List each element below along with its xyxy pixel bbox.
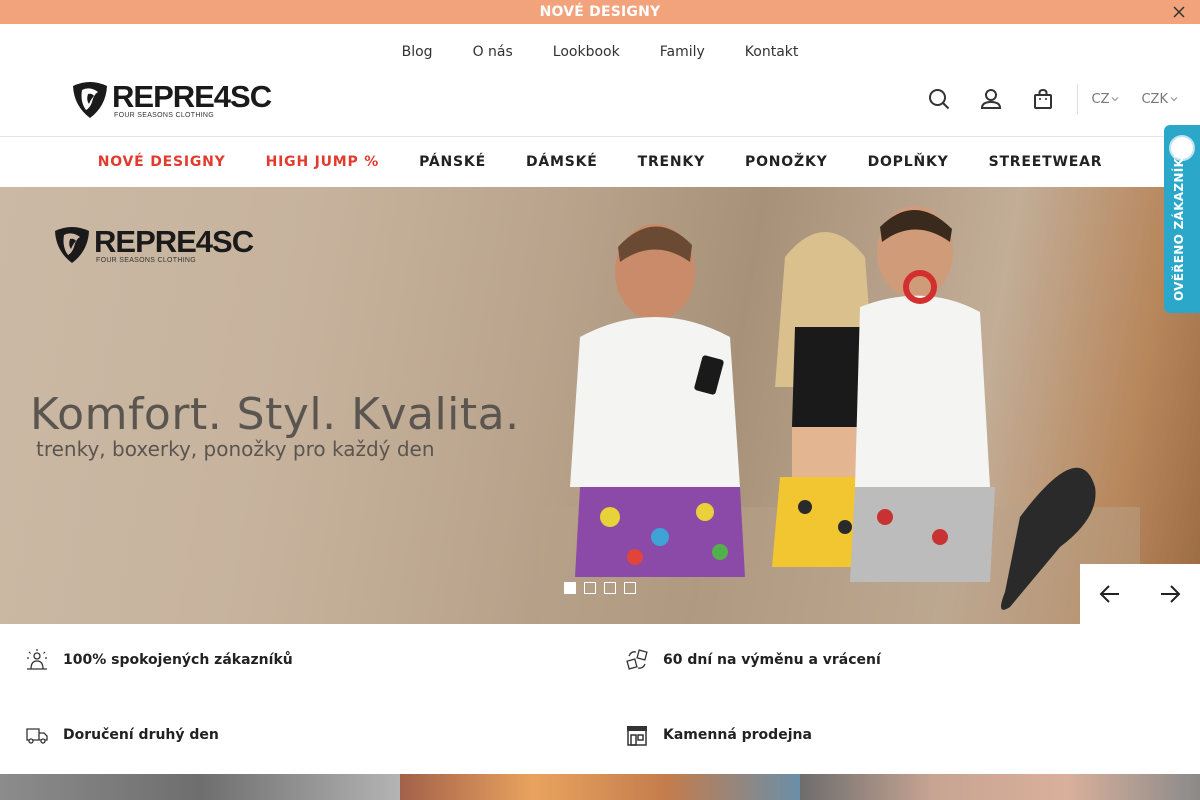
feature-label: 100% spokojených zákazníků	[63, 652, 293, 668]
feature-label: Doručení druhý den	[63, 727, 219, 743]
language-value: CZ	[1091, 91, 1110, 107]
slider-dot-1[interactable]	[564, 582, 576, 594]
category-tiles	[0, 774, 1200, 800]
currency-value: CZK	[1141, 91, 1168, 107]
delivery-truck-icon	[26, 728, 48, 744]
close-icon[interactable]	[1172, 5, 1186, 19]
hero-title: Komfort. Styl. Kvalita.	[30, 389, 520, 440]
link-kontakt[interactable]: Kontakt	[745, 44, 799, 60]
slider-dot-4[interactable]	[624, 582, 636, 594]
hero-logo-wordmark: REPRE4SC	[94, 223, 254, 259]
category-tile-3[interactable]	[800, 774, 1200, 800]
feature-store: Kamenná prodejna	[625, 723, 812, 747]
link-family[interactable]: Family	[660, 44, 705, 60]
hero-logo-text: REPRE4SC FOUR SEASONS CLOTHING	[94, 223, 254, 264]
slider-dot-2[interactable]	[584, 582, 596, 594]
header: REPRE4SC FOUR SEASONS CLOTHING CZ CZK	[0, 72, 1200, 132]
nav-high-jump[interactable]: HIGH JUMP %	[266, 154, 379, 170]
arrow-right-icon	[1161, 585, 1181, 603]
nav-panske[interactable]: PÁNSKÉ	[419, 154, 486, 170]
nav-ponozky[interactable]: PONOŽKY	[745, 154, 828, 170]
feature-satisfied: 100% spokojených zákazníků	[25, 648, 293, 672]
returns-icon	[626, 649, 648, 670]
nav-trenky[interactable]: TRENKY	[638, 154, 705, 170]
cart-bag-icon[interactable]	[1031, 87, 1055, 111]
arrow-left-icon	[1099, 585, 1119, 603]
chevron-down-icon	[1112, 97, 1119, 102]
logo-tagline: FOUR SEASONS CLOTHING	[114, 111, 215, 119]
hero-logo: REPRE4SC FOUR SEASONS CLOTHING	[52, 223, 254, 265]
header-divider	[1076, 84, 1078, 114]
category-tile-1[interactable]	[0, 774, 400, 800]
verified-badge-text: OVĚŘENO ZÁKAZNÍKY	[1172, 148, 1186, 301]
currency-selector[interactable]: CZK	[1141, 92, 1178, 107]
slider-next-button[interactable]	[1140, 564, 1200, 624]
feature-label: 60 dní na výměnu a vrácení	[663, 652, 881, 668]
user-icon[interactable]	[979, 87, 1003, 111]
nav-nove-designy[interactable]: NOVÉ DESIGNY	[98, 154, 226, 170]
announcement-text[interactable]: NOVÉ DESIGNY	[540, 4, 661, 20]
link-lookbook[interactable]: Lookbook	[553, 44, 620, 60]
main-nav: NOVÉ DESIGNY HIGH JUMP % PÁNSKÉ DÁMSKÉ T…	[0, 137, 1200, 186]
hero-photo	[540, 206, 1140, 624]
verified-reviews-badge[interactable]: OVĚŘENO ZÁKAZNÍKY	[1164, 125, 1200, 313]
store-icon	[627, 726, 647, 746]
announcement-bar: NOVÉ DESIGNY	[0, 0, 1200, 24]
slider-dot-3[interactable]	[604, 582, 616, 594]
secondary-nav: Blog O nás Lookbook Family Kontakt	[0, 36, 1200, 68]
slider-arrows	[1080, 564, 1200, 624]
language-selector[interactable]: CZ	[1092, 92, 1120, 107]
usp-features: 100% spokojených zákazníků 60 dní na vým…	[0, 624, 1200, 774]
logo-text: REPRE4SC FOUR SEASONS CLOTHING	[112, 78, 272, 119]
slider-prev-button[interactable]	[1080, 564, 1140, 624]
site-logo[interactable]: REPRE4SC FOUR SEASONS CLOTHING	[70, 78, 272, 120]
nav-streetwear[interactable]: STREETWEAR	[989, 154, 1103, 170]
logo-shield-icon	[55, 227, 89, 263]
header-actions: CZ CZK	[913, 84, 1200, 114]
customers-icon	[27, 649, 47, 670]
hero-banner[interactable]: REPRE4SC FOUR SEASONS CLOTHING Komfort. …	[0, 187, 1200, 624]
link-blog[interactable]: Blog	[402, 44, 433, 60]
feature-delivery: Doručení druhý den	[25, 723, 219, 747]
slider-dots	[564, 582, 636, 594]
link-o-nas[interactable]: O nás	[473, 44, 513, 60]
chevron-down-icon	[1170, 97, 1178, 102]
logo-shield-icon	[73, 82, 107, 118]
hero-logo-tagline: FOUR SEASONS CLOTHING	[96, 256, 197, 264]
category-tile-2[interactable]	[400, 774, 800, 800]
hero-subtitle: trenky, boxerky, ponožky pro každý den	[36, 437, 435, 461]
feature-returns: 60 dní na výměnu a vrácení	[625, 648, 881, 672]
logo-wordmark: REPRE4SC	[112, 78, 272, 114]
nav-damske[interactable]: DÁMSKÉ	[526, 154, 598, 170]
feature-label: Kamenná prodejna	[663, 727, 812, 743]
nav-doplnky[interactable]: DOPLŇKY	[868, 154, 949, 170]
search-icon[interactable]	[927, 87, 951, 111]
